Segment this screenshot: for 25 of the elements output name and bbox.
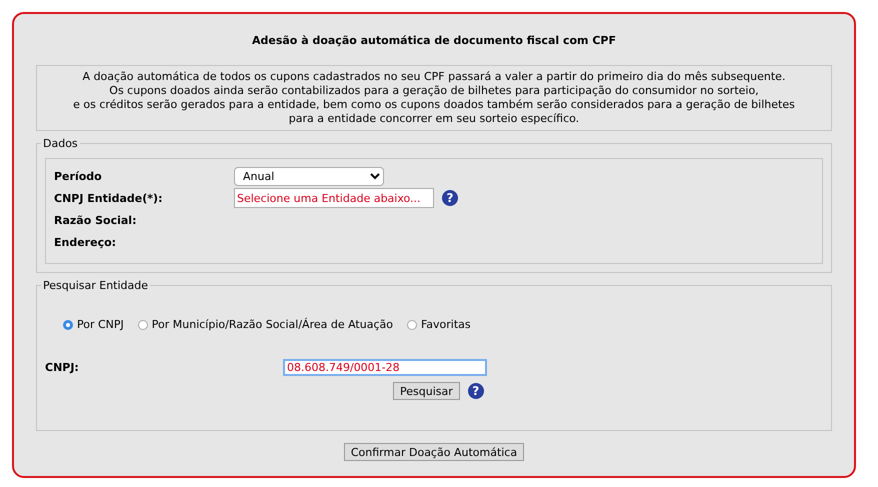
radio-label[interactable]: Por CNPJ (77, 318, 124, 331)
field-label: Período (54, 170, 103, 182)
notice-text: e os créditos serão gerados para a entidade, bem como os cupons doados também serão considerados para a geração de bilhetes (72, 98, 796, 112)
search-button[interactable]: Pesquisar (393, 382, 460, 400)
field-label: Endereço: (54, 236, 118, 248)
cnpj-field[interactable]: 08.608.749/0001-28 (283, 359, 487, 376)
fieldset-legend: Dados (41, 137, 80, 150)
radio-label[interactable]: Favoritas (420, 318, 471, 331)
field-label: CNPJ: (45, 361, 80, 374)
field-label: Razão Social: (54, 214, 138, 226)
notice-text: para a entidade concorrer em seu sorteio específico. (288, 112, 580, 126)
period-select[interactable]: Anual (234, 166, 384, 186)
field-label: CNPJ Entidade(*): (54, 192, 164, 204)
notice-text: A doação automática de todos os cupons cadastrados no seu CPF passará a valer a partir do primeiro dia do mês subsequente. (82, 70, 786, 84)
radio-button[interactable] (63, 320, 73, 330)
radio-button[interactable] (406, 320, 417, 330)
help-icon[interactable]: ? (442, 190, 458, 206)
confirm-button[interactable]: Confirmar Doação Automática (344, 443, 524, 461)
radio-button[interactable] (138, 320, 148, 330)
radio-label[interactable]: Por Município/Razão Social/Área de Atuação (152, 318, 393, 331)
fieldset-legend: Pesquisar Entidade (41, 279, 150, 292)
input-field[interactable]: Selecione uma Entidade abaixo... (234, 188, 434, 208)
help-icon[interactable]: ? (468, 383, 484, 399)
form-title: Adesão à doação automática de documento fiscal com CPF (250, 34, 617, 47)
notice-text: Os cupons doados ainda serão contabilizados para a geração de bilhetes para participação do consumidor no sorteio, (108, 84, 760, 98)
